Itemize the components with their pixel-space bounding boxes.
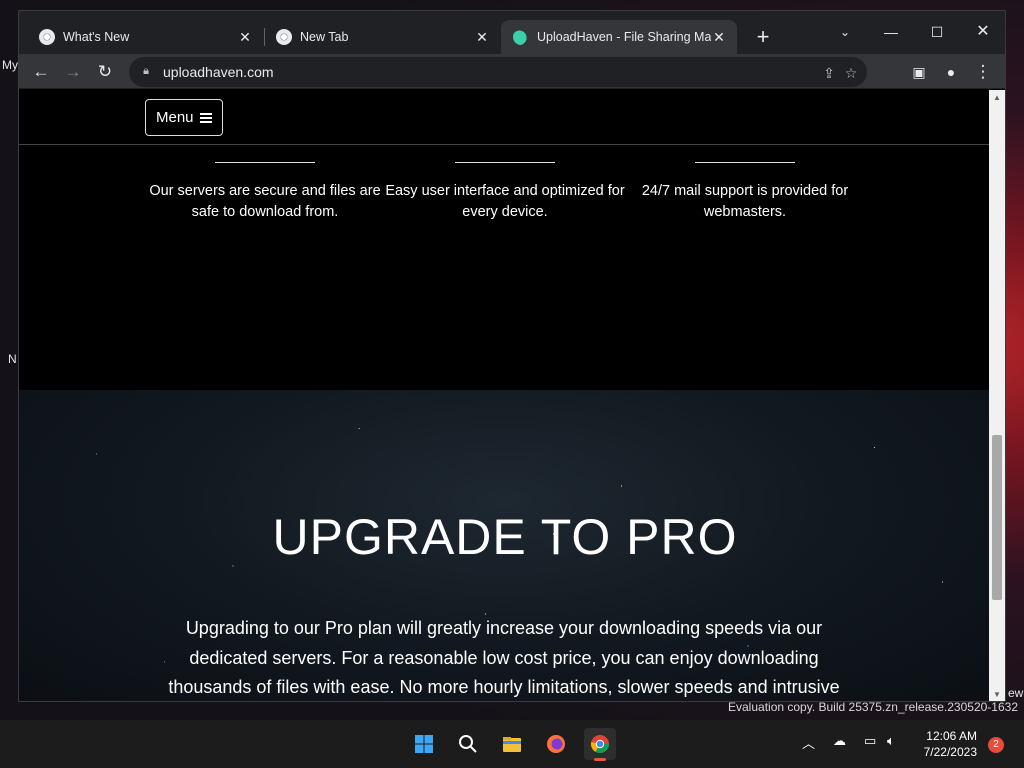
- search-button[interactable]: [452, 728, 484, 760]
- feature-text: Easy user interface and optimized for ev…: [385, 183, 625, 220]
- tab-whats-new[interactable]: What's New ✕: [27, 20, 263, 54]
- windows-icon: [415, 735, 433, 753]
- browser-window: What's New ✕ New Tab ✕ UploadHaven - Fil…: [18, 10, 1006, 702]
- hamburger-icon: [199, 111, 212, 125]
- file-explorer-button[interactable]: [496, 728, 528, 760]
- chrome-taskbar-button[interactable]: [584, 728, 616, 761]
- notification-badge[interactable]: 2: [988, 737, 1004, 753]
- tab-strip: What's New ✕ New Tab ✕ UploadHaven - Fil…: [19, 11, 1005, 54]
- onedrive-icon[interactable]: ☁: [833, 733, 846, 749]
- close-icon[interactable]: ✕: [711, 29, 727, 46]
- chrome-icon: [590, 735, 609, 754]
- new-tab-button[interactable]: +: [749, 23, 777, 51]
- feature-text: Our servers are secure and files are saf…: [149, 183, 381, 220]
- system-clock[interactable]: 12:06 AM 7/22/2023: [924, 728, 977, 760]
- clock-date: 7/22/2023: [923, 745, 977, 759]
- volume-icon[interactable]: 🔈︎: [887, 733, 895, 749]
- section-title: UPGRADE TO PRO: [272, 509, 738, 565]
- minimize-button[interactable]: —: [868, 17, 914, 47]
- tab-new-tab[interactable]: New Tab ✕: [264, 20, 500, 54]
- feature-item: Easy user interface and optimized for ev…: [385, 162, 625, 223]
- feature-item: 24/7 mail support is provided for webmas…: [625, 162, 865, 223]
- forward-button[interactable]: →: [59, 58, 87, 86]
- page-viewport: Menu Our servers are secure and files ar…: [19, 90, 991, 701]
- evaluation-watermark: Evaluation copy. Build 25375.zn_release.…: [728, 700, 1018, 714]
- menu-label: Menu: [156, 109, 194, 126]
- browser-toolbar: ← → ↻ 🔒︎ uploadhaven.com ⇪ ☆ ▣ ● ⋮: [19, 54, 1005, 89]
- desktop-icon-label: ew: [1008, 686, 1024, 700]
- profile-button[interactable]: ●: [937, 58, 965, 86]
- scrollbar-thumb[interactable]: [992, 435, 1002, 600]
- lock-icon[interactable]: 🔒︎: [139, 65, 153, 79]
- cloud-upload-icon: [513, 29, 529, 45]
- close-icon[interactable]: ✕: [474, 29, 490, 46]
- menu-button[interactable]: Menu: [145, 99, 223, 136]
- desktop-icon-label: N: [8, 352, 17, 366]
- tab-search-button[interactable]: ⌄: [822, 17, 868, 47]
- close-icon[interactable]: ✕: [237, 29, 253, 46]
- site-navbar: Menu: [19, 90, 991, 145]
- reload-button[interactable]: ↻: [91, 58, 119, 86]
- feature-item: Our servers are secure and files are saf…: [145, 162, 385, 223]
- search-icon: [459, 735, 477, 753]
- start-button[interactable]: [408, 728, 440, 760]
- firefox-icon: [547, 735, 565, 753]
- bookmark-star-icon[interactable]: ☆: [841, 63, 861, 83]
- feature-text: 24/7 mail support is provided for webmas…: [641, 183, 849, 220]
- tab-uploadhaven[interactable]: UploadHaven - File Sharing Made Simple ✕: [501, 20, 737, 54]
- section-description: Upgrading to our Pro plan will greatly i…: [168, 618, 840, 697]
- firefox-button[interactable]: [540, 728, 572, 760]
- desktop-icon-label: My: [2, 58, 18, 72]
- back-button[interactable]: ←: [27, 58, 55, 86]
- folder-icon: [503, 737, 521, 752]
- address-bar[interactable]: 🔒︎ uploadhaven.com ⇪ ☆: [129, 57, 867, 87]
- tab-title: UploadHaven - File Sharing Made Simple: [537, 30, 711, 44]
- chrome-icon: [39, 29, 55, 45]
- clock-time: 12:06 AM: [926, 729, 977, 743]
- url-text: uploadhaven.com: [163, 64, 274, 80]
- show-hidden-icons-button[interactable]: ︿: [802, 733, 815, 752]
- close-window-button[interactable]: ✕: [960, 17, 1005, 47]
- network-icon[interactable]: ▭: [864, 733, 876, 749]
- side-panel-button[interactable]: ▣: [905, 58, 933, 86]
- divider: [695, 162, 795, 163]
- share-icon[interactable]: ⇪: [819, 63, 839, 83]
- divider: [215, 162, 315, 163]
- tab-title: New Tab: [300, 30, 349, 44]
- chrome-icon: [276, 29, 292, 45]
- maximize-button[interactable]: ☐: [914, 17, 960, 47]
- scroll-down-icon[interactable]: ▼: [989, 687, 1005, 701]
- scroll-up-icon[interactable]: ▲: [989, 90, 1005, 106]
- tab-title: What's New: [63, 30, 130, 44]
- divider: [455, 162, 555, 163]
- page-scrollbar[interactable]: ▲ ▼: [989, 90, 1005, 701]
- upgrade-pro-section: UPGRADE TO PRO Upgrading to our Pro plan…: [19, 390, 991, 701]
- taskbar: ︿ ☁ ▭ 🔈︎ 12:06 AM 7/22/2023 2: [0, 720, 1024, 768]
- chrome-menu-button[interactable]: ⋮: [969, 58, 997, 86]
